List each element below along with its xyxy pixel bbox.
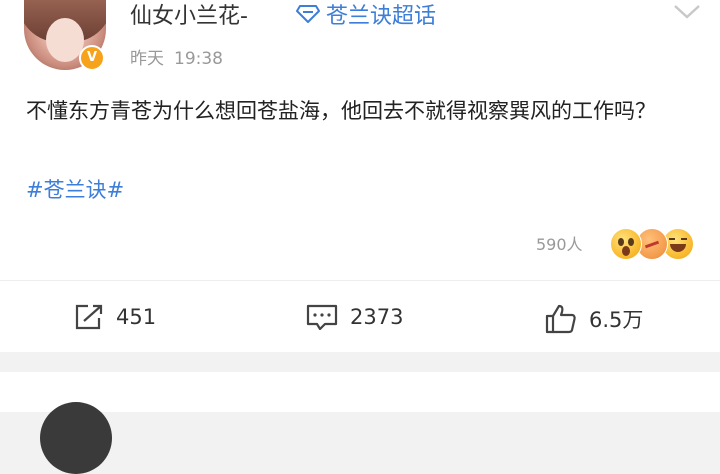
super-topic-diamond-icon xyxy=(296,5,320,23)
post-day: 昨天 xyxy=(130,49,164,69)
repost-count: 451 xyxy=(116,305,157,329)
next-post-avatar[interactable] xyxy=(40,402,112,474)
super-topic-link[interactable]: 苍兰诀超话 xyxy=(296,0,436,30)
comment-icon xyxy=(306,304,338,330)
comment-count: 2373 xyxy=(350,305,404,329)
reaction-count[interactable]: 590人 xyxy=(536,231,583,255)
hashtag-link[interactable]: #苍兰诀# xyxy=(26,174,124,204)
post-content: 不懂东方青苍为什么想回苍盐海，他回去不就得视察巽风的工作吗？ xyxy=(26,99,656,123)
thumbs-up-icon xyxy=(545,304,576,334)
post-time: 昨天 19:38 xyxy=(130,44,223,69)
like-button[interactable]: 6.5万 xyxy=(545,304,643,334)
surprised-emoji xyxy=(610,228,642,260)
chevron-down-icon[interactable] xyxy=(672,2,702,22)
reaction-emojis[interactable] xyxy=(610,228,700,260)
comment-button[interactable]: 2373 xyxy=(306,304,403,330)
share-icon xyxy=(75,304,103,330)
next-post-card xyxy=(0,372,720,474)
post-clock: 19:38 xyxy=(174,49,223,69)
super-topic-label: 苍兰诀超话 xyxy=(326,4,437,29)
like-count: 6.5万 xyxy=(589,308,644,332)
repost-button[interactable]: 451 xyxy=(74,304,156,330)
weibo-post-card: V 仙女小兰花- 苍兰诀超话 昨天 19:38 不懂东方青苍为什么想回苍盐海，他回… xyxy=(0,0,720,352)
divider xyxy=(0,280,720,281)
verified-badge: V xyxy=(79,45,105,71)
username[interactable]: 仙女小兰花- xyxy=(130,0,248,30)
